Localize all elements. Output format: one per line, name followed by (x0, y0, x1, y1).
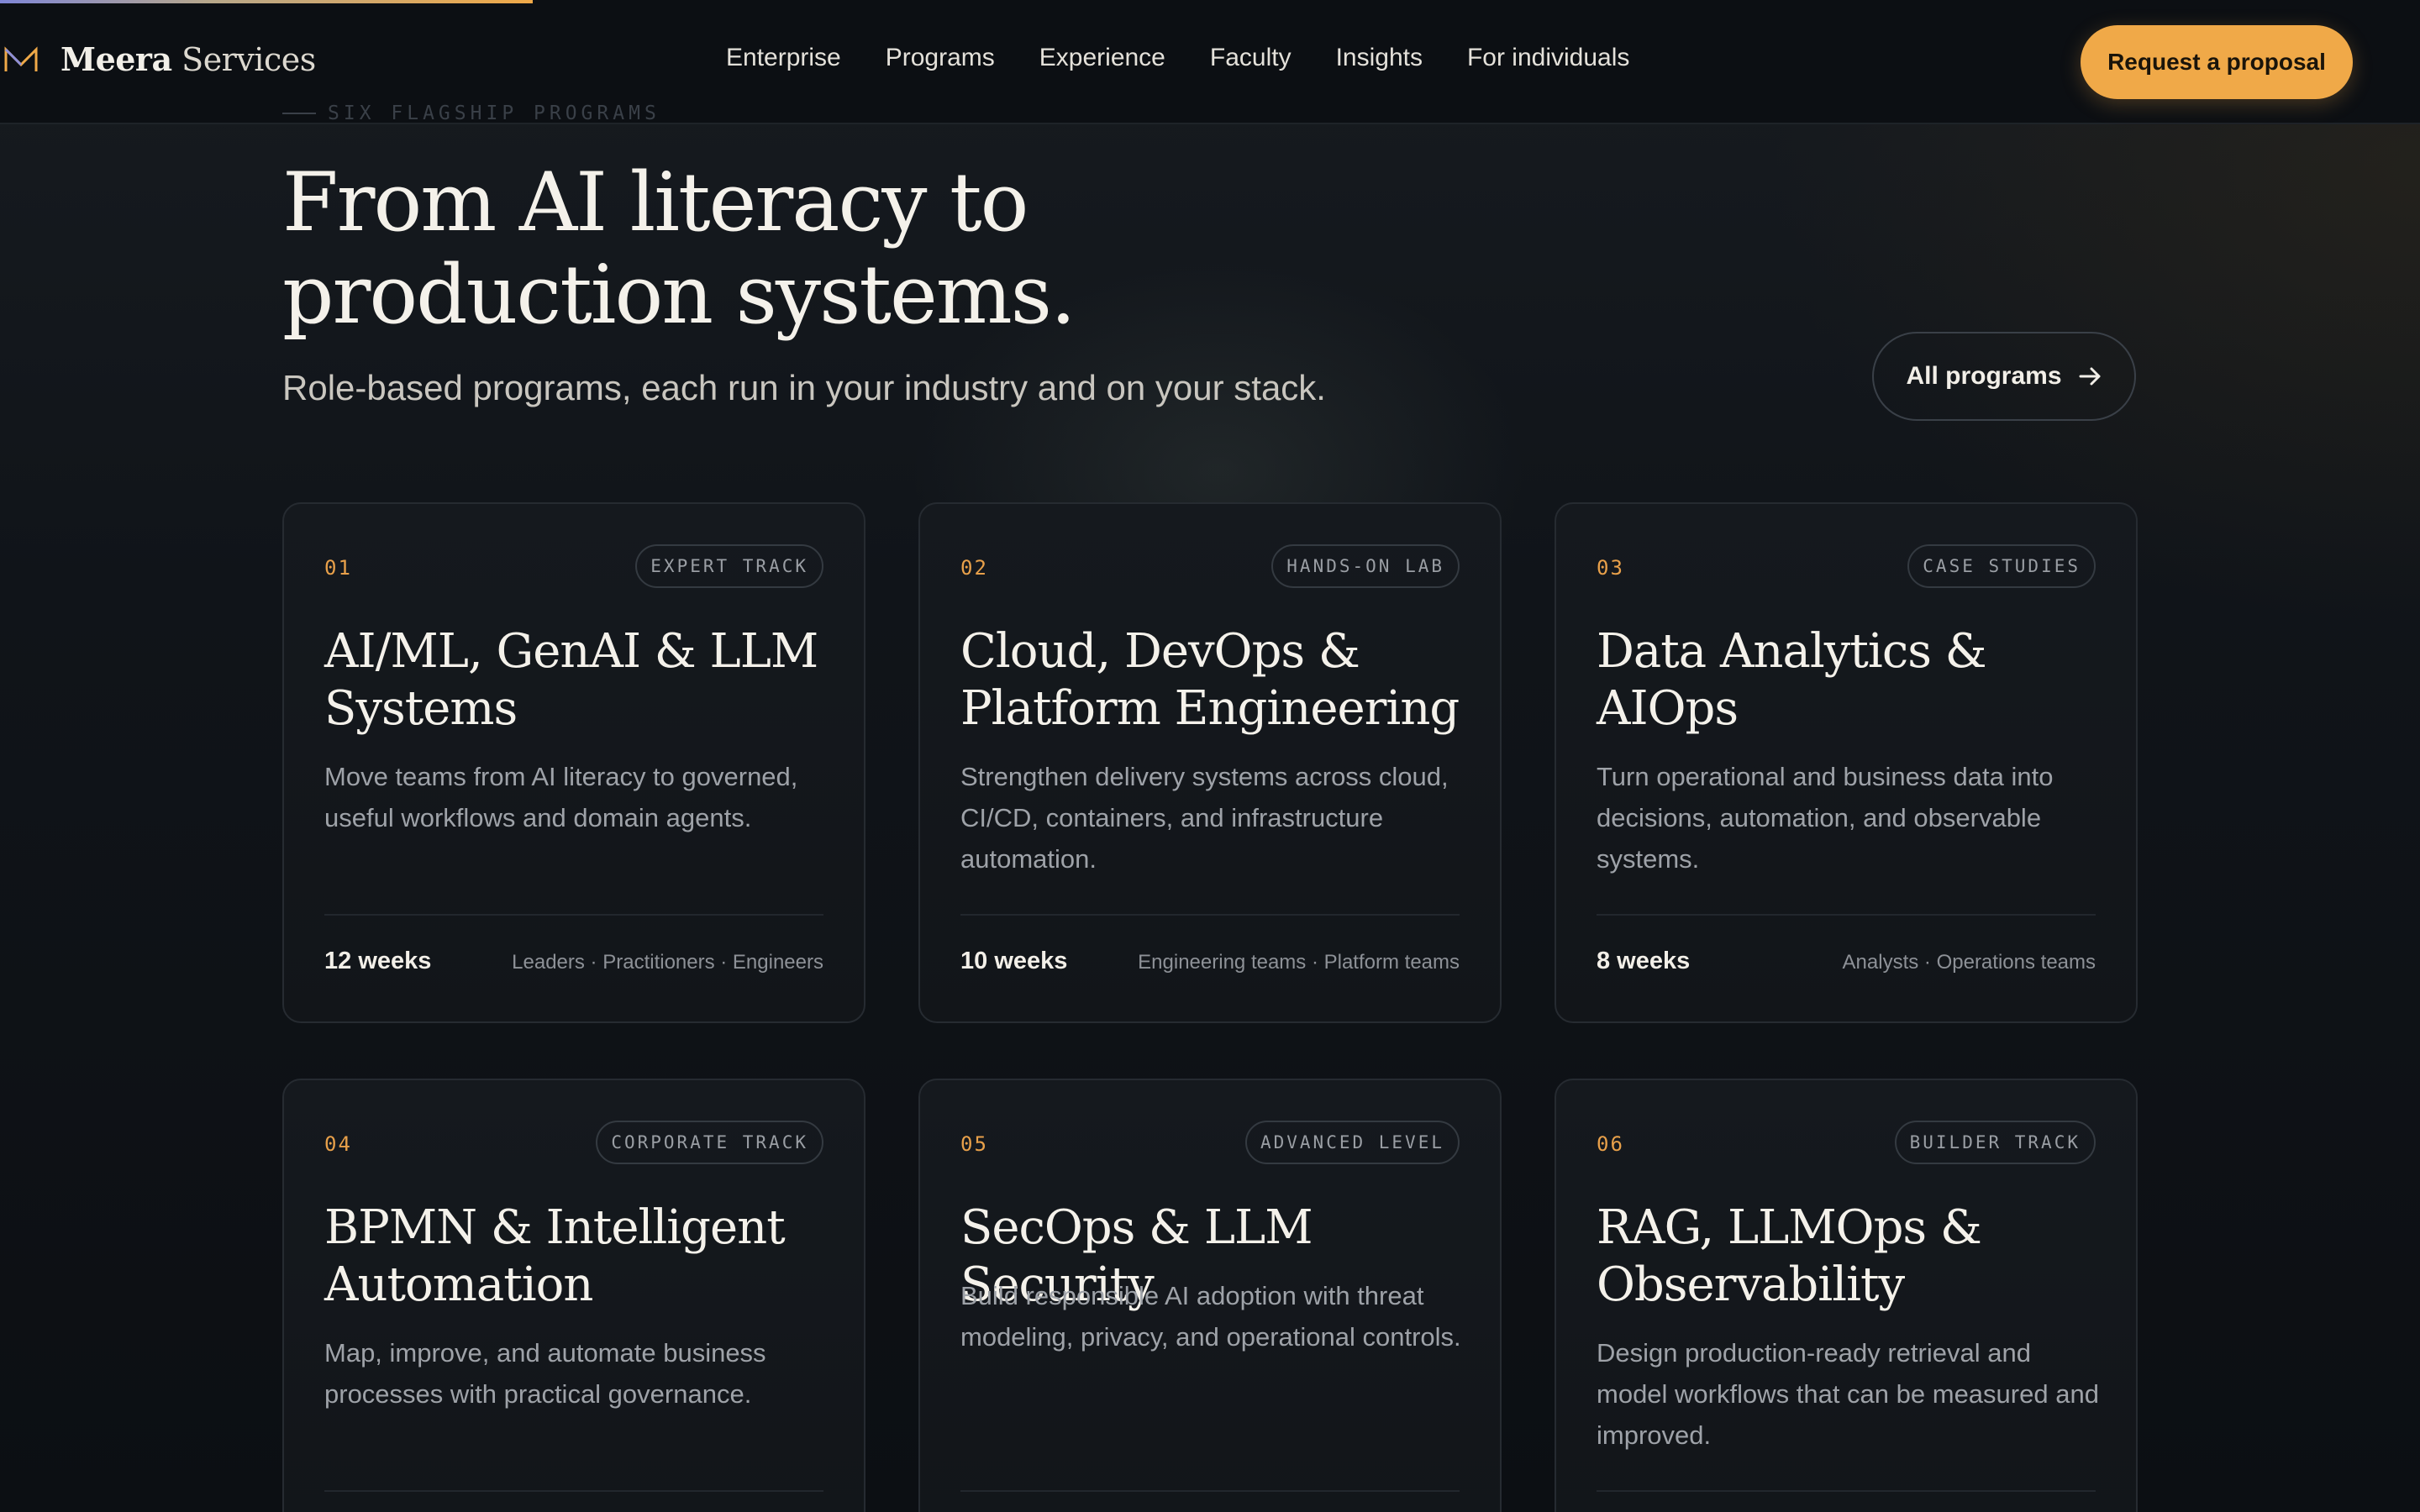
card-divider (1597, 914, 2096, 916)
program-tag: EXPERT TRACK (635, 544, 823, 588)
all-programs-button[interactable]: All programs (1872, 332, 2136, 421)
program-number: 02 (960, 556, 988, 580)
program-title: AI/ML, GenAI & LLM Systems (324, 624, 818, 736)
program-duration: 10 weeks (960, 948, 1068, 974)
program-title: RAG, LLMOps & Observability (1597, 1200, 1982, 1312)
program-description: Move teams from AI literacy to governed,… (324, 762, 798, 832)
program-tag: CORPORATE TRACK (596, 1121, 823, 1164)
card-divider (960, 914, 1460, 916)
program-card-01[interactable]: 01 EXPERT TRACK AI/ML, GenAI & LLM System… (282, 502, 865, 1023)
program-card-02[interactable]: 02 HANDS-ON LAB Cloud, DevOps & Platform … (918, 502, 1502, 1023)
eyebrow-text: SIX FLAGSHIP PROGRAMS (328, 102, 660, 124)
nav-link-for-individuals[interactable]: For individuals (1467, 44, 1629, 72)
program-title: Data Analytics & AIOps (1597, 624, 1987, 736)
program-audience: Leaders · Practitioners · Engineers (512, 951, 823, 974)
headline-line-1: From AI literacy to (282, 155, 1028, 249)
program-tag: ADVANCED LEVEL (1244, 1121, 1460, 1164)
program-description: Strengthen delivery systems across cloud… (960, 762, 1449, 874)
program-title: Cloud, DevOps & Platform Engineering (960, 624, 1460, 736)
program-title: BPMN & Intelligent Automation (324, 1200, 786, 1312)
primary-nav: Enterprise Programs Experience Faculty I… (726, 44, 1674, 72)
program-tag: BUILDER TRACK (1894, 1121, 2096, 1164)
program-number: 05 (960, 1132, 988, 1156)
program-card-06[interactable]: 06 BUILDER TRACK RAG, LLMOps & Observabil… (1555, 1079, 2138, 1512)
card-divider (960, 1490, 1460, 1492)
request-proposal-button[interactable]: Request a proposal (2081, 25, 2353, 99)
program-description: Build responsible AI adoption with threa… (960, 1281, 1461, 1352)
all-programs-label: All programs (1906, 362, 2062, 390)
nav-link-enterprise[interactable]: Enterprise (726, 44, 841, 72)
brand-name: Meera Services (60, 40, 316, 78)
section-headline: From AI literacy to production systems. (282, 156, 1375, 341)
program-number: 04 (324, 1132, 352, 1156)
section-subhead: Role-based programs, each run in your in… (282, 368, 1326, 407)
nav-link-faculty[interactable]: Faculty (1210, 44, 1292, 72)
program-description: Design production-ready retrieval and mo… (1597, 1338, 2099, 1450)
program-card-03[interactable]: 03 CASE STUDIES Data Analytics & AIOps Tu… (1555, 502, 2138, 1023)
program-duration: 12 weeks (324, 948, 432, 974)
nav-link-programs[interactable]: Programs (886, 44, 995, 72)
scroll-progress-fill (0, 0, 533, 3)
program-description: Map, improve, and automate business proc… (324, 1338, 766, 1409)
program-number: 03 (1597, 556, 1624, 580)
program-audience: Engineering teams · Platform teams (1138, 951, 1460, 974)
program-audience: Analysts · Operations teams (1842, 951, 2096, 974)
scroll-progress-bar (0, 0, 2420, 3)
program-card-04[interactable]: 04 CORPORATE TRACK BPMN & Intelligent Aut… (282, 1079, 865, 1512)
nav-link-experience[interactable]: Experience (1039, 44, 1165, 72)
program-tag: CASE STUDIES (1907, 544, 2096, 588)
brand-logo-link[interactable]: Meera Services (3, 40, 316, 78)
program-number: 06 (1597, 1132, 1624, 1156)
program-tag: HANDS-ON LAB (1271, 544, 1460, 588)
nav-link-insights[interactable]: Insights (1336, 44, 1423, 72)
meera-logo-icon (4, 45, 38, 71)
card-divider (324, 1490, 823, 1492)
page: Meera Services Enterprise Programs Exper… (0, 0, 2420, 1512)
headline-line-2: production systems. (282, 248, 1076, 342)
program-card-05[interactable]: 05 ADVANCED LEVEL SecOps & LLM Security … (918, 1079, 1502, 1512)
arrow-right-icon (2079, 367, 2101, 386)
program-duration: 8 weeks (1597, 948, 1691, 974)
program-description: Turn operational and business data into … (1597, 762, 2054, 874)
section-eyebrow: SIX FLAGSHIP PROGRAMS (282, 102, 660, 124)
program-number: 01 (324, 556, 352, 580)
card-divider (1597, 1490, 2096, 1492)
card-divider (324, 914, 823, 916)
eyebrow-dash (282, 113, 316, 114)
